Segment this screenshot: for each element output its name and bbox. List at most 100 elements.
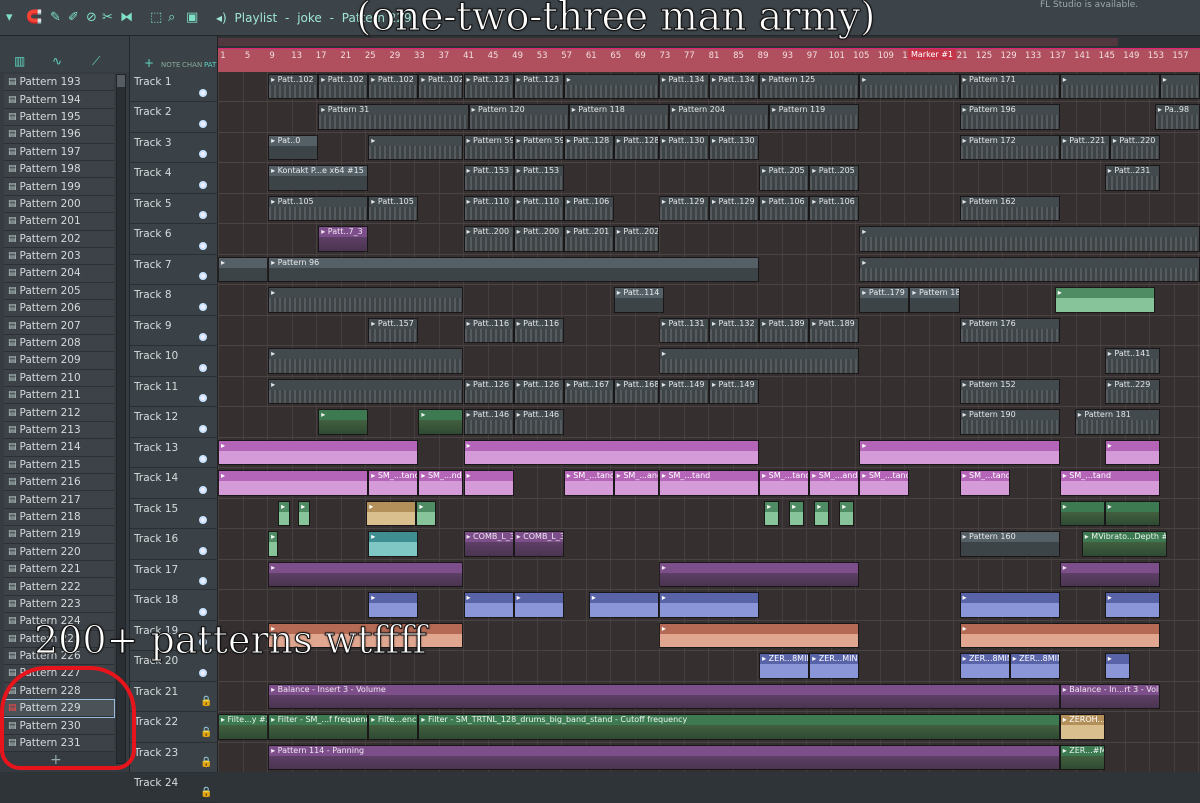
playlist-clip[interactable]: ▸ xyxy=(1104,653,1130,679)
playlist-clip[interactable]: ▸ xyxy=(588,592,659,618)
playlist-clip[interactable]: ▸ Pattern 190 xyxy=(959,409,1060,435)
playlist-clip[interactable]: ▸ Patt..123 xyxy=(463,74,514,100)
playlist-clip[interactable]: ▸ Patt..200 xyxy=(513,226,564,252)
track-header[interactable]: Track 3 xyxy=(130,133,218,164)
pattern-list-item[interactable]: ▤ Pattern 219 xyxy=(4,526,114,544)
playlist-clip[interactable]: ▸ Patt..116 xyxy=(513,317,564,344)
bar-ruler[interactable]: 1 5 9 13 17 21 25 29 33 37 41 45 49 53 57 61 65 69 73 77 81 8… xyxy=(218,48,1200,72)
playlist-clip[interactable]: ▸ Pattern 196 xyxy=(959,104,1060,130)
playlist-clip[interactable]: ▸ Patt..141 xyxy=(1104,348,1160,374)
playlist-clip[interactable]: ▸ xyxy=(859,256,1200,283)
playlist-clip[interactable]: ▸ Patt..146 xyxy=(513,409,564,435)
playlist-clip[interactable]: ▸ Patt..128 xyxy=(613,134,659,161)
track-enable-dot[interactable] xyxy=(199,577,207,586)
pattern-list-item[interactable]: ▤ Pattern 215 xyxy=(4,456,114,474)
playlist-clip[interactable]: ▸ xyxy=(513,592,564,618)
lock-icon[interactable]: 🔒 xyxy=(200,727,212,738)
playlist-clip[interactable]: ▸ Patt..149 xyxy=(709,378,760,405)
playlist-clip[interactable]: ▸ Patt..129 xyxy=(709,195,760,222)
playlist-clip[interactable]: ▸ Patt..168 xyxy=(613,378,659,405)
playlist-clip[interactable]: ▸ Patt..116 xyxy=(463,317,514,344)
track-enable-dot[interactable] xyxy=(199,333,207,342)
playlist-clip[interactable]: ▸ SM_...nd xyxy=(418,470,464,496)
track-enable-dot[interactable] xyxy=(199,241,207,250)
track-header[interactable]: Track 4 xyxy=(130,163,218,194)
track-header[interactable]: Track 17 xyxy=(130,560,218,591)
piano-icon[interactable]: ▥ xyxy=(14,54,25,68)
playlist-clip[interactable]: ▸ xyxy=(658,622,860,649)
playlist-clip[interactable]: ▸ xyxy=(416,500,437,527)
playlist-clip[interactable]: ▸ Patt..167 xyxy=(563,378,614,405)
playlist-clip[interactable]: ▸ Patt..123 xyxy=(513,74,564,100)
playlist-clip[interactable]: ▸ xyxy=(366,500,417,527)
playlist-clip[interactable]: ▸ xyxy=(1059,561,1160,588)
playlist-clip[interactable]: ▸ Patt..202 xyxy=(613,226,659,252)
track-header[interactable]: Track 18 xyxy=(130,590,218,621)
playlist-clip[interactable]: ▸ xyxy=(278,500,291,527)
playlist-clip[interactable]: ▸ Pattern 204 xyxy=(668,104,770,130)
playlist-clip[interactable]: ▸ Patt..102 xyxy=(318,74,369,100)
pattern-list-item[interactable]: ▤ Pattern 218 xyxy=(4,508,114,527)
pattern-list-item[interactable]: ▤ Pattern 220 xyxy=(4,543,114,561)
playlist-clip[interactable]: ▸ ZER...#MIN xyxy=(1059,744,1105,770)
playlist-clip[interactable]: ▸ Patt..153 xyxy=(513,165,564,191)
playlist-clip[interactable]: ▸ Pattern 31 xyxy=(318,104,469,130)
track-enable-dot[interactable] xyxy=(199,668,207,677)
playlist-clip[interactable]: ▸ Patt..229 xyxy=(1104,378,1160,405)
track-header[interactable]: Track 11 xyxy=(130,377,218,408)
pattern-list-item[interactable]: ▤ Pattern 217 xyxy=(4,491,114,509)
playlist-clip[interactable]: ▸ xyxy=(318,409,369,435)
playlist-clip[interactable]: ▸ Pattern 59 xyxy=(513,134,564,161)
playlist-clip[interactable]: ▸ Patt..114 xyxy=(613,287,664,313)
track-enable-dot[interactable] xyxy=(199,424,207,433)
playlist-clip[interactable]: ▸ xyxy=(463,439,760,466)
playlist-grid[interactable]: ▸ Patt..102 ▸ Patt..102 ▸ Patt..102 ▸ Patt.… xyxy=(218,72,1200,772)
playlist-clip[interactable]: ▸ xyxy=(658,348,860,374)
track-header[interactable]: Track 12 xyxy=(130,407,218,438)
playlist-clip[interactable]: ▸ xyxy=(218,439,419,466)
playlist-clip[interactable]: ▸ SM_...tand xyxy=(1059,470,1160,496)
playlist-clip[interactable]: ▸ Patt..102 xyxy=(418,74,464,100)
playlist-clip[interactable]: ▸ xyxy=(658,592,760,618)
audio-icon[interactable]: ∿ xyxy=(52,54,62,68)
playlist-clip[interactable]: ▸ Patt..200 xyxy=(463,226,514,252)
playlist-clip[interactable]: ▸ Patt..221 xyxy=(1059,134,1110,161)
playlist-clip[interactable]: ▸ Patt..205 xyxy=(809,165,860,191)
track-header[interactable]: Track 23 🔒 xyxy=(130,743,218,773)
playlist-clip[interactable]: ▸ xyxy=(1104,500,1160,527)
playlist-clip[interactable]: ▸ Patt..106 xyxy=(809,195,860,222)
playlist-clip[interactable]: ▸ xyxy=(764,500,780,527)
playlist-clip[interactable]: ▸ xyxy=(1059,500,1105,527)
play-toggle-icon[interactable]: ⧓ xyxy=(120,9,133,27)
playlist-clip[interactable]: ▸ MVibrato...Depth #2 xyxy=(1081,531,1167,557)
playlist-clip[interactable]: ▸ Pattern 180 xyxy=(909,287,960,313)
playlist-clip[interactable]: ▸ Patt..126 xyxy=(513,378,564,405)
add-track-icon[interactable]: + xyxy=(144,56,154,70)
playlist-clip[interactable]: ▸ Patt..110 xyxy=(513,195,564,222)
playlist-clip[interactable]: ▸ SM_...and xyxy=(613,470,659,496)
pattern-list-item[interactable]: ▤ Pattern 216 xyxy=(4,473,114,492)
pattern-list-item[interactable]: ▤ Pattern 214 xyxy=(4,439,114,457)
playlist-clip[interactable]: ▸ Filter - SM_TRTNL_128_drums_big_band_s… xyxy=(418,714,1060,740)
playlist-clip[interactable]: ▸ Balance - Insert 3 - Volume xyxy=(268,683,1060,710)
playlist-clip[interactable]: ▸ xyxy=(218,470,369,496)
track-header[interactable]: Track 15 xyxy=(130,499,218,530)
playlist-clip[interactable]: ▸ ZER...8MIN xyxy=(1009,653,1060,679)
automation-icon[interactable]: ⟋ xyxy=(92,54,100,69)
playlist-clip[interactable]: ▸ xyxy=(859,74,960,100)
pattern-list-item[interactable]: ▤ Pattern 209 xyxy=(4,352,114,370)
playlist-clip[interactable]: ▸ Patt..105 xyxy=(368,195,419,222)
playlist-clip[interactable]: ▸ xyxy=(368,592,419,618)
playlist-clip[interactable]: ▸ Patt..189 xyxy=(759,317,810,344)
playlist-clip[interactable]: ▸ Patt..189 xyxy=(809,317,860,344)
playlist-clip[interactable]: ▸ xyxy=(789,500,805,527)
pattern-list-item[interactable]: ▤ Pattern 213 xyxy=(4,421,114,440)
track-enable-dot[interactable] xyxy=(199,180,207,189)
track-enable-dot[interactable] xyxy=(199,272,207,281)
magnet-icon[interactable]: 🧲 xyxy=(26,9,42,27)
playlist-clip[interactable]: ▸ xyxy=(418,409,464,435)
playlist-clip[interactable]: ▸ xyxy=(814,500,830,527)
tab-note[interactable]: NOTE xyxy=(161,61,180,69)
pattern-list-item[interactable]: ▤ Pattern 222 xyxy=(4,578,114,596)
pattern-list-item[interactable]: ▤ Pattern 194 xyxy=(4,91,114,109)
